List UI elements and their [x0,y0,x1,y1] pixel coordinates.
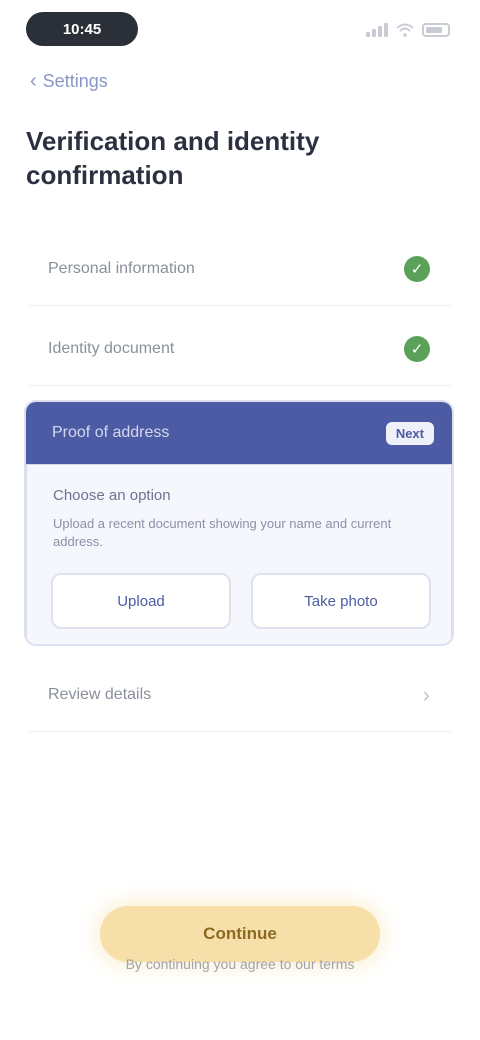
list-item-document[interactable]: Identity document ✓ [28,312,452,386]
row-label: Personal information [48,259,195,277]
card-title: Proof of address [52,424,170,441]
row-label: Identity document [48,339,175,357]
terms-text: By continuing you agree to our terms [125,956,355,972]
page-title: Verification and identity confirmation [26,126,320,190]
address-card: Proof of address Next Choose an option U… [24,400,454,646]
wifi-icon [396,23,414,37]
chevron-right-icon: › [422,681,430,707]
list-item-review[interactable]: Review details › [28,658,452,732]
check-icon: ✓ [404,335,430,362]
card-badge: Next [385,421,434,445]
status-time: 10:45 [26,12,138,46]
continue-button[interactable]: Continue [100,906,380,962]
check-icon: ✓ [404,255,430,282]
row-label: Review details [48,685,152,703]
list-item-personal[interactable]: Personal information ✓ [28,232,452,306]
back-button[interactable]: ‹ Settings [30,68,108,94]
card-buttons: Upload Take photo [51,573,431,629]
signal-icon [366,23,388,37]
back-label: Settings [42,70,108,91]
card-body: Choose an option Upload a recent documen… [26,464,452,644]
status-bar: 10:45 [0,0,480,62]
chevron-left-icon: ‹ [30,70,37,92]
battery-icon [422,23,450,37]
status-icons [358,20,450,40]
take-photo-button[interactable]: Take photo [251,573,431,629]
card-description: Upload a recent document showing your na… [53,516,392,549]
card-subtitle: Choose an option [53,487,171,504]
upload-button[interactable]: Upload [51,573,231,629]
card-header[interactable]: Proof of address Next [26,402,452,464]
